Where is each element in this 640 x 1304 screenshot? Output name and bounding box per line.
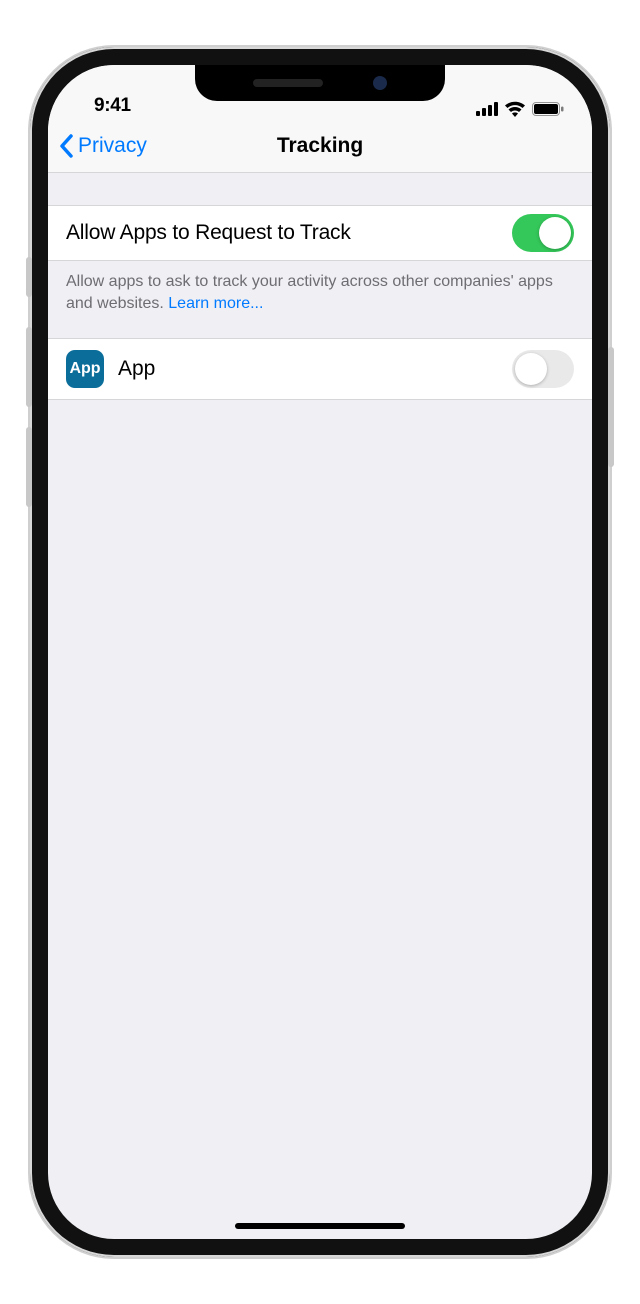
- speaker: [253, 79, 323, 87]
- app-row: App App: [48, 338, 592, 400]
- nav-bar: Privacy Tracking: [48, 119, 592, 173]
- back-label: Privacy: [78, 134, 147, 158]
- footer-text: Allow apps to ask to track your activity…: [66, 273, 553, 312]
- allow-tracking-label: Allow Apps to Request to Track: [66, 221, 351, 245]
- status-time: 9:41: [94, 95, 131, 117]
- side-button: [26, 327, 32, 407]
- status-icons: [476, 101, 564, 117]
- home-indicator[interactable]: [235, 1223, 405, 1229]
- battery-icon: [532, 102, 564, 116]
- app-icon: App: [66, 350, 104, 388]
- iphone-frame: 9:41 Privacy Tracking Allow Apps to Requ…: [30, 47, 610, 1257]
- screen: 9:41 Privacy Tracking Allow Apps to Requ…: [48, 65, 592, 1239]
- app-name-label: App: [118, 357, 498, 381]
- side-button: [608, 347, 614, 467]
- back-button[interactable]: Privacy: [58, 119, 147, 172]
- allow-tracking-footer: Allow apps to ask to track your activity…: [48, 261, 592, 338]
- page-title: Tracking: [277, 134, 363, 158]
- side-button: [26, 257, 32, 297]
- app-tracking-toggle[interactable]: [512, 350, 574, 388]
- wifi-icon: [504, 101, 526, 117]
- toggle-knob: [539, 217, 571, 249]
- toggle-knob: [515, 353, 547, 385]
- cellular-icon: [476, 102, 498, 116]
- front-camera: [373, 76, 387, 90]
- chevron-left-icon: [58, 134, 74, 158]
- learn-more-link[interactable]: Learn more...: [168, 295, 263, 312]
- content: Allow Apps to Request to Track Allow app…: [48, 173, 592, 400]
- allow-tracking-toggle[interactable]: [512, 214, 574, 252]
- allow-tracking-row: Allow Apps to Request to Track: [48, 205, 592, 261]
- notch: [195, 65, 445, 101]
- side-button: [26, 427, 32, 507]
